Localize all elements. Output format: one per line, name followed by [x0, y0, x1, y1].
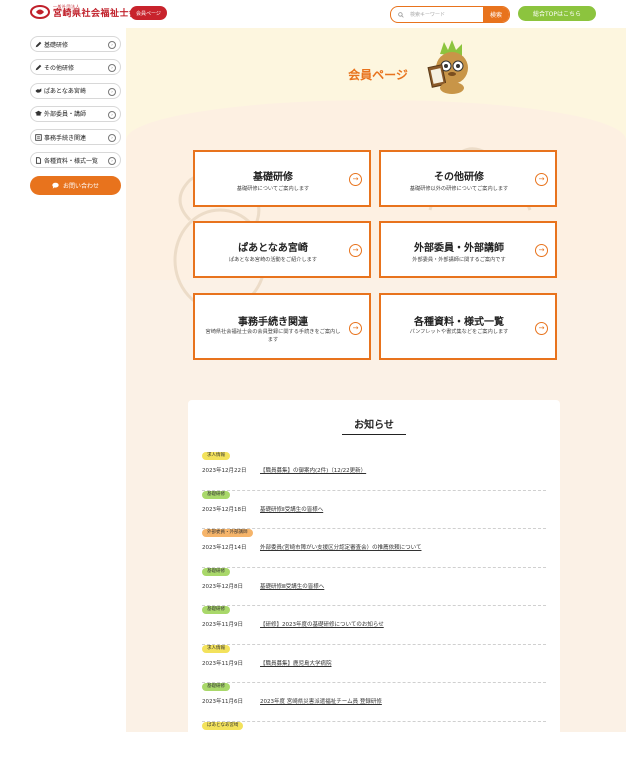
search-button[interactable]: 検索: [483, 7, 509, 22]
sidebar-item-label: 事務手続き関連: [44, 133, 86, 142]
chat-icon: [52, 182, 59, 189]
news-link[interactable]: 2023年度 宮崎県災害派遣福祉チーム員 登録研修: [260, 697, 382, 705]
site-logo[interactable]: 一般社団法人 宮崎県社会福祉士会: [30, 5, 139, 19]
sidebar-item-label: 外部委員・講師: [44, 109, 86, 118]
list-item[interactable]: 外部委員・外部講師 2023年12月14日 外部委員(宮崎市障がい支援区分認定審…: [202, 529, 546, 568]
arrow-right-icon: →: [535, 244, 548, 257]
chevron-right-icon: ›: [108, 88, 116, 96]
card-description: 基礎研修以外の研修についてご案内します: [391, 185, 527, 193]
mascot-illustration: [426, 38, 476, 96]
arrow-right-icon: →: [349, 173, 362, 186]
news-section: お知らせ 求人情報 2023年12月22日 【職員募集】の御案内(2件)（12/…: [188, 400, 560, 740]
category-badge: 求人情報: [202, 645, 230, 653]
card-title: その他研修: [391, 168, 527, 183]
contact-button[interactable]: お問い合わせ: [30, 176, 121, 195]
news-link[interactable]: 基礎研修Ⅱ受講生の皆様へ: [260, 505, 323, 513]
chevron-right-icon: ›: [108, 111, 116, 119]
chevron-right-icon: ›: [108, 64, 116, 72]
category-badge: 基礎研修: [202, 491, 230, 499]
file-icon: [35, 157, 42, 164]
document-icon: [35, 134, 42, 141]
news-date: 2023年12月8日: [202, 582, 243, 590]
sidebar: 基礎研修 › その他研修 › ぱあとなあ宮崎 › 外部委員・講師 › 事務手続き…: [30, 36, 121, 195]
sidebar-item-procedures[interactable]: 事務手続き関連 ›: [30, 129, 121, 145]
list-item[interactable]: 基礎研修 2023年11月9日 【研修】2023年度の基礎研修についてのお知らせ: [202, 606, 546, 645]
arrow-right-icon: →: [349, 244, 362, 257]
card-basic-training[interactable]: 基礎研修 基礎研修についてご案内します →: [193, 150, 371, 207]
page-title: 会員ページ: [328, 66, 428, 83]
arrow-right-icon: →: [535, 322, 548, 335]
sidebar-item-paatonaa[interactable]: ぱあとなあ宮崎 ›: [30, 83, 121, 99]
header: 一般社団法人 宮崎県社会福祉士会 会員ページ 検索 総合TOPはこちら: [0, 0, 626, 28]
list-item[interactable]: 基礎研修 2023年11月6日 2023年度 宮崎県災害派遣福祉チーム員 登録研…: [202, 683, 546, 722]
general-top-button[interactable]: 総合TOPはこちら: [518, 6, 596, 21]
news-list: 求人情報 2023年12月22日 【職員募集】の御案内(2件)（12/22更新）…: [202, 452, 546, 759]
category-badge: 基礎研修: [202, 568, 230, 576]
sidebar-item-basic-training[interactable]: 基礎研修 ›: [30, 36, 121, 52]
news-title: お知らせ: [188, 416, 560, 431]
chevron-right-icon: ›: [108, 134, 116, 142]
news-date: 2023年12月14日: [202, 543, 247, 551]
card-other-training[interactable]: その他研修 基礎研修以外の研修についてご案内します →: [379, 150, 557, 207]
list-item[interactable]: 求人情報 2023年12月22日 【職員募集】の御案内(2件)（12/22更新）: [202, 452, 546, 491]
news-link[interactable]: 【研修】2023年度の基礎研修についてのお知らせ: [260, 620, 384, 628]
member-page-badge[interactable]: 会員ページ: [130, 6, 167, 20]
card-paatonaa[interactable]: ぱあとなあ宮崎 ぱあとなあ宮崎の活動をご紹介します →: [193, 221, 371, 278]
news-link[interactable]: 【職員募集】の御案内(2件)（12/22更新）: [260, 466, 366, 474]
card-title: 外部委員・外部講師: [391, 239, 527, 254]
logo-title: 宮崎県社会福祉士会: [53, 10, 139, 19]
handshake-icon: [35, 87, 42, 94]
card-description: 基礎研修についてご案内します: [205, 185, 341, 193]
pencil-icon: [35, 41, 42, 48]
search-input[interactable]: [408, 11, 484, 19]
list-item[interactable]: ぱあとなあ宮崎: [202, 722, 546, 759]
arrow-right-icon: →: [349, 322, 362, 335]
logo-mark-icon: [30, 5, 50, 19]
sidebar-item-other-training[interactable]: その他研修 ›: [30, 59, 121, 75]
category-badge: 基礎研修: [202, 683, 230, 691]
news-date: 2023年12月22日: [202, 466, 247, 474]
arrow-right-icon: →: [535, 173, 548, 186]
news-date: 2023年11月6日: [202, 697, 243, 705]
sidebar-item-external-members[interactable]: 外部委員・講師 ›: [30, 106, 121, 122]
sidebar-item-label: ぱあとなあ宮崎: [44, 86, 86, 95]
category-badge: 基礎研修: [202, 606, 230, 614]
card-documents[interactable]: 各種資料・様式一覧 パンフレットや書式集などをご案内します →: [379, 293, 557, 360]
sidebar-item-label: 基礎研修: [44, 40, 68, 49]
graduation-cap-icon: [35, 110, 42, 117]
contact-label: お問い合わせ: [63, 181, 99, 190]
sidebar-item-documents[interactable]: 各種資料・様式一覧 ›: [30, 152, 121, 168]
category-badge: 求人情報: [202, 452, 230, 460]
news-title-underline: [342, 434, 406, 435]
sidebar-item-label: その他研修: [44, 63, 74, 72]
list-item[interactable]: 求人情報 2023年11月9日 【職員募集】鹿児島大学病院: [202, 645, 546, 684]
category-badge: ぱあとなあ宮崎: [202, 722, 243, 730]
card-description: パンフレットや書式集などをご案内します: [391, 328, 527, 336]
list-item[interactable]: 基礎研修 2023年12月18日 基礎研修Ⅱ受講生の皆様へ: [202, 491, 546, 530]
chevron-right-icon: ›: [108, 157, 116, 165]
chevron-right-icon: ›: [108, 41, 116, 49]
card-external-members[interactable]: 外部委員・外部講師 外部委員・外部講師に関するご案内です →: [379, 221, 557, 278]
category-badge: 外部委員・外部講師: [202, 529, 253, 537]
news-link[interactable]: 基礎研修Ⅲ受講生の皆様へ: [260, 582, 324, 590]
pencil-icon: [35, 64, 42, 71]
card-procedures[interactable]: 事務手続き関連 宮崎県社会福祉士会の会員登録に関する手続きをご案内します →: [193, 293, 371, 360]
news-date: 2023年11月9日: [202, 659, 243, 667]
news-date: 2023年12月18日: [202, 505, 247, 513]
card-title: ぱあとなあ宮崎: [205, 239, 341, 254]
card-description: 宮崎県社会福祉士会の会員登録に関する手続きをご案内します: [205, 328, 341, 345]
search-box: 検索: [390, 6, 510, 23]
news-date: 2023年11月9日: [202, 620, 243, 628]
search-icon: [394, 12, 408, 18]
sidebar-item-label: 各種資料・様式一覧: [44, 156, 98, 165]
list-item[interactable]: 基礎研修 2023年12月8日 基礎研修Ⅲ受講生の皆様へ: [202, 568, 546, 607]
card-title: 各種資料・様式一覧: [391, 313, 527, 328]
card-description: ぱあとなあ宮崎の活動をご紹介します: [205, 256, 341, 264]
news-link[interactable]: 外部委員(宮崎市障がい支援区分認定審査会）の推薦依頼について: [260, 543, 421, 551]
card-description: 外部委員・外部講師に関するご案内です: [391, 256, 527, 264]
card-title: 事務手続き関連: [205, 313, 341, 328]
card-title: 基礎研修: [205, 168, 341, 183]
news-link[interactable]: 【職員募集】鹿児島大学病院: [260, 659, 332, 667]
